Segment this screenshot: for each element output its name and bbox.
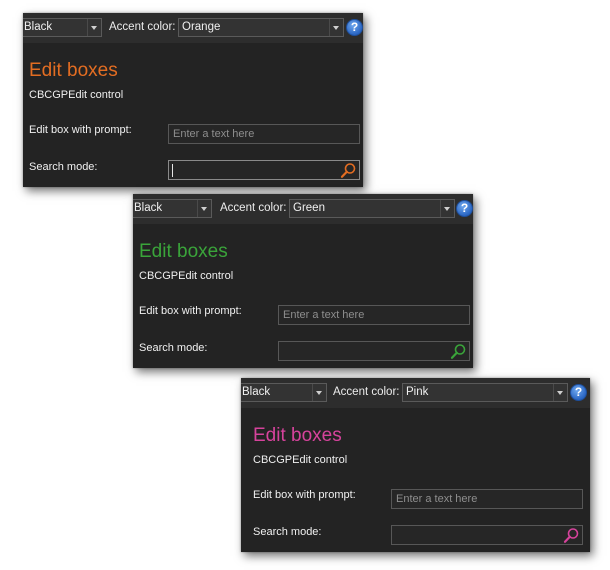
theme-combo[interactable]: Black	[133, 199, 212, 218]
chevron-down-icon[interactable]	[197, 200, 211, 217]
theme-combo-value: Black	[134, 202, 163, 214]
control-name: CBCGPEdit control	[29, 89, 124, 101]
page-title: Edit boxes	[29, 60, 118, 81]
search-mode-label: Search mode:	[253, 526, 322, 538]
search-edit-box[interactable]	[391, 525, 583, 545]
help-icon[interactable]: ?	[570, 384, 587, 401]
demo-panel-green: Black Accent color: Green ? Edit boxes C…	[133, 194, 473, 368]
accent-color-combo[interactable]: Green	[289, 199, 455, 218]
page-title: Edit boxes	[139, 241, 228, 262]
search-mode-label: Search mode:	[29, 161, 98, 173]
theme-combo-value: Black	[242, 386, 271, 398]
text-caret	[172, 164, 173, 177]
accent-color-label: Accent color:	[220, 202, 287, 214]
chevron-down-icon[interactable]	[87, 19, 101, 36]
theme-combo-value: Black	[24, 21, 53, 33]
search-mode-label: Search mode:	[139, 342, 208, 354]
chevron-down-icon[interactable]	[553, 384, 567, 401]
theme-combo[interactable]: Black	[241, 383, 327, 402]
chevron-down-icon[interactable]	[312, 384, 326, 401]
page-title: Edit boxes	[253, 425, 342, 446]
accent-color-value: Green	[293, 202, 325, 214]
toolbar: Black Accent color: Orange ?	[23, 13, 363, 43]
toolbar: Black Accent color: Pink ?	[241, 378, 590, 408]
theme-combo[interactable]: Black	[23, 18, 102, 37]
prompt-edit-label: Edit box with prompt:	[29, 124, 132, 136]
accent-color-label: Accent color:	[109, 21, 176, 33]
accent-color-value: Orange	[182, 21, 221, 33]
prompt-edit-label: Edit box with prompt:	[139, 305, 242, 317]
search-edit-box[interactable]	[278, 341, 470, 361]
search-edit-box[interactable]	[168, 160, 360, 180]
prompt-edit-label: Edit box with prompt:	[253, 489, 356, 501]
search-icon[interactable]	[340, 162, 357, 179]
prompt-placeholder: Enter a text here	[173, 128, 255, 140]
control-name: CBCGPEdit control	[139, 270, 234, 282]
prompt-placeholder: Enter a text here	[283, 309, 365, 321]
accent-color-value: Pink	[406, 386, 429, 398]
chevron-down-icon[interactable]	[440, 200, 454, 217]
prompt-edit-box[interactable]: Enter a text here	[391, 489, 583, 509]
demo-panel-orange: Black Accent color: Orange ? Edit boxes …	[23, 13, 363, 187]
help-icon[interactable]: ?	[346, 19, 363, 36]
search-icon[interactable]	[563, 527, 580, 544]
demo-panel-pink: Black Accent color: Pink ? Edit boxes CB…	[241, 378, 590, 552]
prompt-edit-box[interactable]: Enter a text here	[278, 305, 470, 325]
search-icon[interactable]	[450, 343, 467, 360]
chevron-down-icon[interactable]	[329, 19, 343, 36]
help-icon[interactable]: ?	[456, 200, 473, 217]
accent-color-combo[interactable]: Orange	[178, 18, 344, 37]
prompt-edit-box[interactable]: Enter a text here	[168, 124, 360, 144]
control-name: CBCGPEdit control	[253, 454, 348, 466]
accent-color-combo[interactable]: Pink	[402, 383, 568, 402]
accent-color-label: Accent color:	[333, 386, 400, 398]
prompt-placeholder: Enter a text here	[396, 493, 478, 505]
toolbar: Black Accent color: Green ?	[133, 194, 473, 224]
